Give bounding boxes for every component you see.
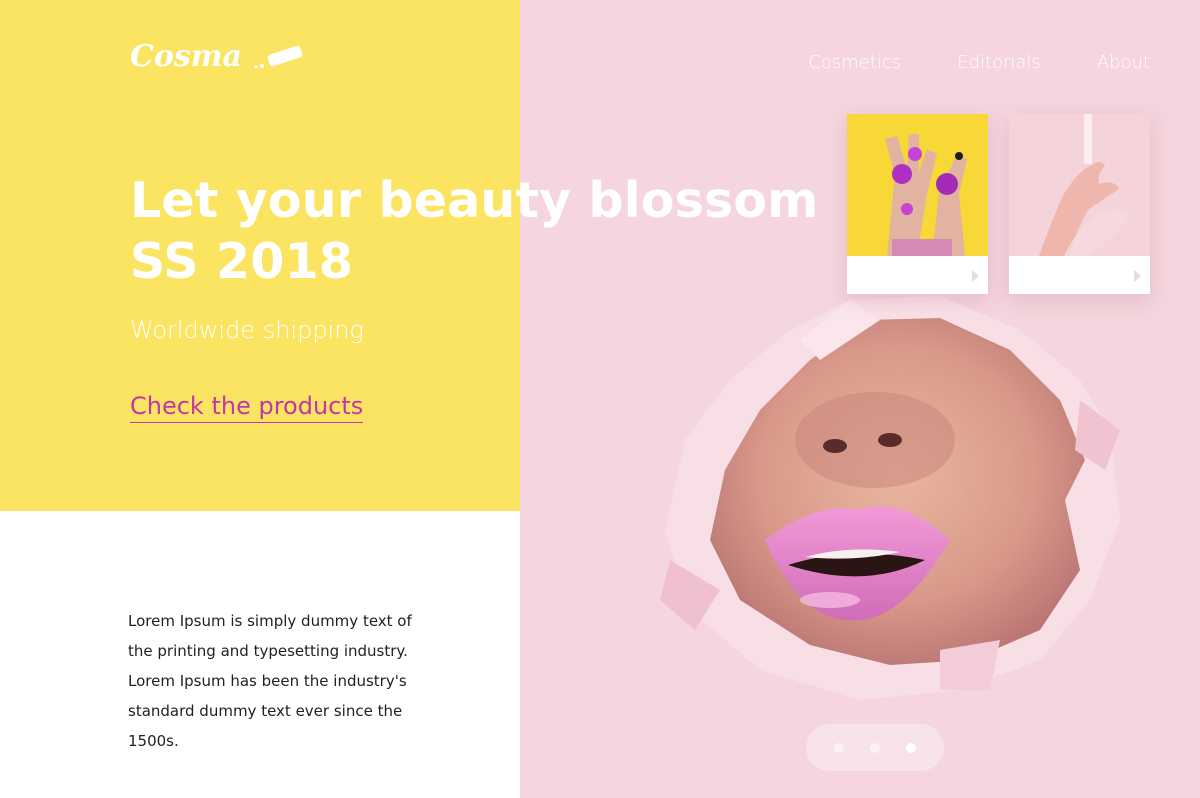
slider-pagination	[806, 724, 944, 771]
chevron-right-icon	[1134, 270, 1141, 282]
product-card-2[interactable]	[1009, 114, 1150, 294]
slider-dot-2[interactable]	[870, 742, 880, 753]
product-card-1-image	[847, 114, 988, 256]
cosma-logo[interactable]: Cosma	[130, 36, 310, 76]
lipstick-icon	[254, 45, 303, 69]
nav-item-editorials[interactable]: Editorials	[957, 52, 1041, 73]
check-products-link[interactable]: Check the products	[130, 392, 364, 423]
main-nav: Cosmetics Editorials About	[808, 52, 1150, 73]
headline-line-1: Let your beauty blossom	[130, 172, 819, 229]
hero-headline: Let your beauty blossom SS 2018	[130, 170, 819, 292]
hero-subline: Worldwide shipping	[130, 316, 364, 344]
headline-line-2: SS 2018	[130, 233, 354, 290]
product-card-2-image	[1009, 114, 1150, 256]
nav-item-cosmetics[interactable]: Cosmetics	[808, 52, 901, 73]
chevron-right-icon	[972, 270, 979, 282]
product-card-1[interactable]	[847, 114, 988, 294]
intro-text: Lorem Ipsum is simply dummy text of the …	[128, 612, 412, 750]
nav-item-about[interactable]: About	[1097, 52, 1150, 73]
slider-dot-3[interactable]	[906, 742, 916, 753]
logo-wordmark: Cosma	[130, 39, 242, 74]
slider-dot-1[interactable]	[834, 742, 844, 753]
